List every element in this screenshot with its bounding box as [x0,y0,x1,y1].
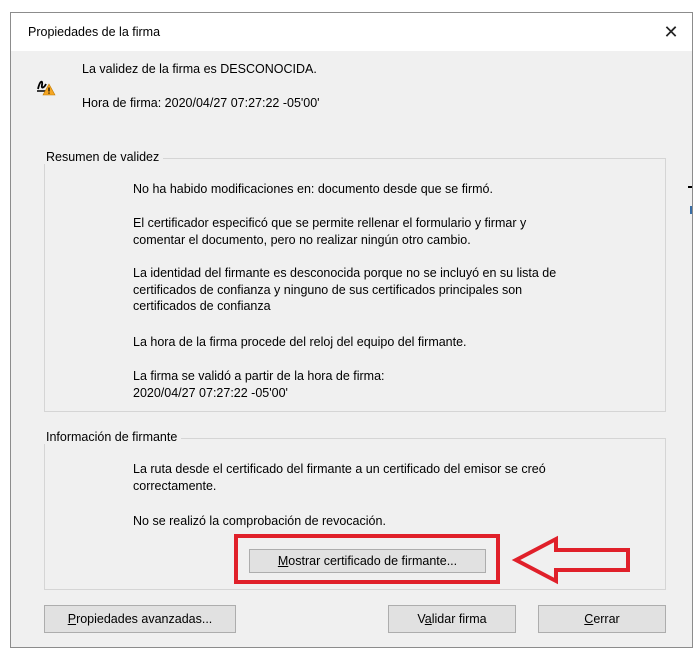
background-window-edge [688,186,692,188]
access-key: C [584,612,594,626]
advanced-properties-button[interactable]: Propiedades avanzadas... [44,605,236,633]
summary-line: La firma se validó a partir de la hora d… [133,369,385,383]
no-modifications-text: No ha habido modificaciones en: document… [133,181,641,198]
close-icon[interactable]: ✕ [658,19,684,45]
summary-line: La identidad del firmante es desconocida… [133,266,557,280]
title-bar: Propiedades de la firma ✕ [11,13,692,51]
background-window-edge [690,206,692,214]
summary-line: La hora de la firma procede del reloj de… [133,335,467,349]
summary-line: El certificador especificó que se permit… [133,216,527,230]
summary-line: certificados de confianza [133,299,271,313]
access-key: P [67,612,77,626]
certifier-text: El certificador especificó que se permit… [133,215,641,248]
signer-line: La ruta desde el certificado del firmant… [133,462,546,476]
button-label: lidar firma [431,612,487,626]
validity-summary-label: Resumen de validez [44,150,164,164]
signature-warning-icon [37,80,56,96]
close-button[interactable]: Cerrar [538,605,666,633]
signer-line: No se realizó la comprobación de revocac… [133,514,386,528]
button-label: errar [593,612,620,626]
signer-line: correctamente. [133,478,217,493]
summary-line: certificados de confianza y ninguno de s… [133,282,523,297]
revocation-text: No se realizó la comprobación de revocac… [133,513,641,530]
validity-status: La validez de la firma es DESCONOCIDA. [82,62,317,76]
button-label: V [417,612,425,626]
signer-identity-text: La identidad del firmante es desconocida… [133,265,641,315]
validated-at-text: La firma se validó a partir de la hora d… [133,368,641,401]
button-label: ropiedades avanzadas... [76,612,213,626]
left-arrow-annotation [511,535,630,585]
signer-info-label: Información de firmante [44,430,182,444]
cert-path-text: La ruta desde el certificado del firmant… [133,461,641,494]
summary-line: 2020/04/27 07:27:22 -05'00' [133,385,288,400]
summary-line: comentar el documento, pero no realizar … [133,232,471,247]
summary-line: No ha habido modificaciones en: document… [133,182,493,196]
access-key: a [424,612,432,626]
validity-summary-group: Resumen de validez No ha habido modifica… [44,150,666,412]
validate-signature-button[interactable]: Validar firma [388,605,516,633]
sign-time: Hora de firma: 2020/04/27 07:27:22 -05'0… [82,96,320,110]
window-title: Propiedades de la firma [28,25,161,39]
time-source-text: La hora de la firma procede del reloj de… [133,334,641,351]
highlight-box [234,534,500,584]
